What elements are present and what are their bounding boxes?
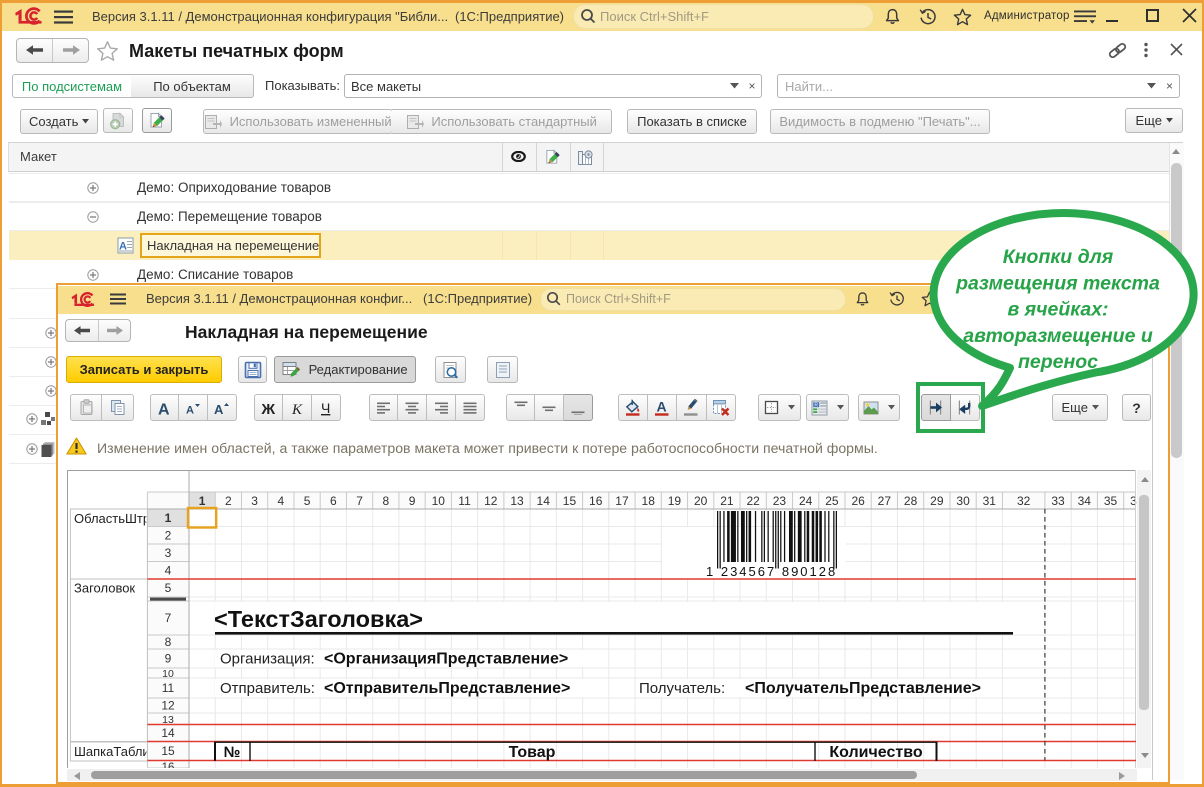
svg-text:31: 31 [983, 494, 997, 508]
svg-text:12: 12 [161, 699, 175, 713]
svg-text:22: 22 [746, 494, 760, 508]
svg-text:16: 16 [162, 762, 175, 768]
svg-text:21: 21 [720, 494, 734, 508]
svg-text:30: 30 [956, 494, 970, 508]
svg-text:Ч: Ч [321, 400, 330, 416]
svg-text:19: 19 [668, 494, 682, 508]
svg-text:10: 10 [162, 668, 174, 680]
svg-text:24: 24 [799, 494, 813, 508]
svg-text:1: 1 [165, 511, 172, 525]
svg-text:<ОрганизацияПредставление>: <ОрганизацияПредставление> [324, 651, 568, 668]
svg-text:17: 17 [615, 494, 629, 508]
svg-text:29: 29 [930, 494, 944, 508]
svg-text:Кнопки для: Кнопки для [1003, 246, 1114, 268]
svg-text:15: 15 [563, 494, 577, 508]
svg-text:33: 33 [1051, 494, 1065, 508]
svg-text:9: 9 [409, 494, 416, 508]
svg-text:К: К [291, 402, 303, 416]
svg-text:27: 27 [878, 494, 892, 508]
svg-text:размещения текста: размещения текста [955, 272, 1160, 294]
svg-text:35: 35 [1104, 494, 1118, 508]
svg-text:23: 23 [773, 494, 787, 508]
svg-text:25: 25 [825, 494, 839, 508]
svg-text:5: 5 [304, 494, 311, 508]
svg-text:20: 20 [694, 494, 708, 508]
svg-text:7: 7 [165, 611, 172, 625]
svg-text:1 234567 890128: 1 234567 890128 [706, 564, 837, 579]
svg-text:Получатель:: Получатель: [639, 680, 725, 697]
svg-text:18: 18 [642, 494, 656, 508]
svg-text:№: № [224, 744, 241, 761]
svg-text:7: 7 [356, 494, 363, 508]
svg-text:2: 2 [165, 528, 172, 542]
svg-text:3: 3 [165, 546, 172, 560]
svg-text:A: A [214, 402, 224, 416]
svg-text:Ж: Ж [261, 401, 276, 416]
svg-text:15: 15 [161, 744, 175, 758]
svg-text:<ПолучательПредставление>: <ПолучательПредставление> [745, 680, 981, 697]
svg-text:Организация:: Организация: [220, 651, 315, 668]
svg-text:13: 13 [510, 494, 524, 508]
svg-text:6: 6 [330, 494, 337, 508]
svg-text:1: 1 [199, 494, 206, 508]
svg-text:9: 9 [165, 652, 172, 666]
svg-text:Товар: Товар [509, 744, 556, 761]
svg-text:A: A [158, 401, 170, 416]
svg-text:12: 12 [484, 494, 498, 508]
svg-text:10: 10 [432, 494, 446, 508]
svg-text:2: 2 [225, 494, 232, 508]
svg-text:26: 26 [851, 494, 865, 508]
svg-text:11: 11 [162, 681, 175, 695]
svg-text:5: 5 [165, 581, 172, 595]
svg-text:11: 11 [458, 494, 471, 508]
svg-text:4: 4 [277, 494, 284, 508]
svg-text:28: 28 [904, 494, 918, 508]
svg-text:в ячейках:: в ячейках: [1007, 299, 1108, 321]
svg-text:A: A [186, 404, 194, 416]
svg-text:Отправитель:: Отправитель: [220, 680, 315, 697]
svg-text:перенос: перенос [1018, 351, 1098, 373]
svg-text:Количество: Количество [829, 744, 922, 761]
svg-text:8: 8 [382, 494, 389, 508]
svg-text:14: 14 [537, 494, 551, 508]
svg-text:Заголовок: Заголовок [74, 581, 135, 596]
svg-text:3: 3 [251, 494, 258, 508]
svg-text:<ОтправительПредставление>: <ОтправительПредставление> [324, 680, 570, 697]
svg-text:A: A [656, 399, 666, 415]
svg-text:8: 8 [165, 635, 172, 649]
svg-text:34: 34 [1078, 494, 1092, 508]
svg-text:4: 4 [165, 563, 172, 577]
svg-text:14: 14 [161, 726, 175, 740]
svg-text:<ТекстЗаголовка>: <ТекстЗаголовка> [214, 606, 423, 632]
svg-text:32: 32 [1017, 494, 1031, 508]
svg-text:авторазмещение и: авторазмещение и [963, 325, 1153, 347]
svg-text:16: 16 [589, 494, 603, 508]
